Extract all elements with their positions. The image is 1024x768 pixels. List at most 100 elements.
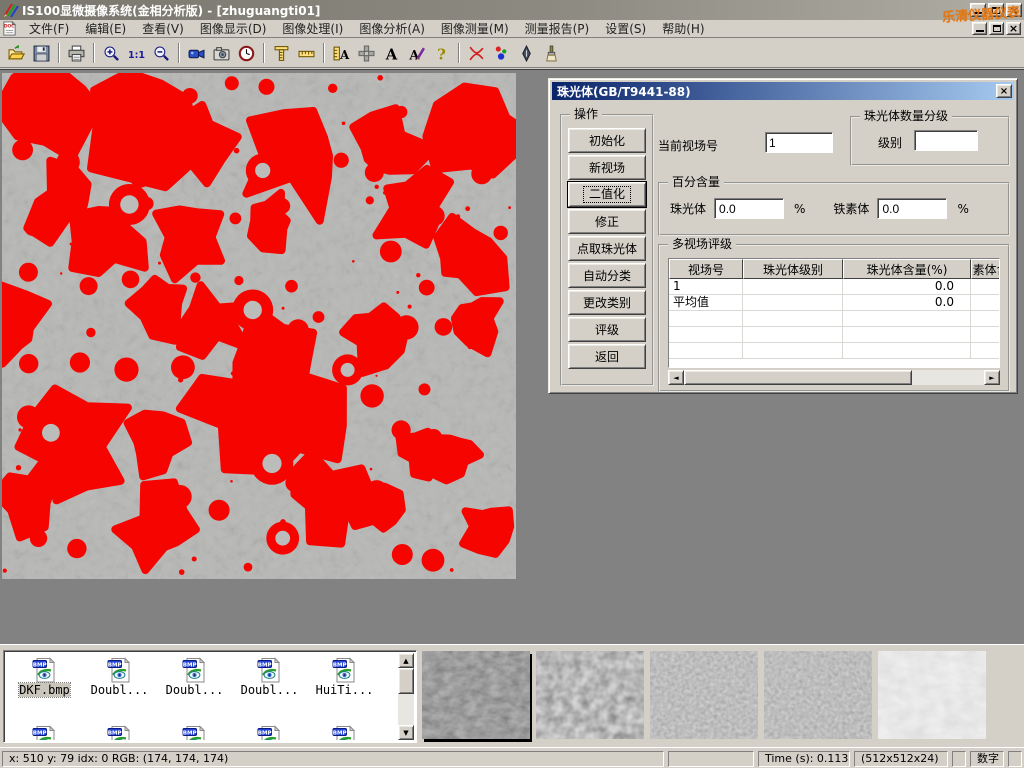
table-row	[669, 311, 999, 327]
return-button[interactable]: 返回	[568, 344, 646, 369]
classify-button[interactable]	[489, 41, 514, 66]
capture-button[interactable]	[209, 41, 234, 66]
toolbar-separator	[178, 43, 180, 63]
scrollbar-track[interactable]	[912, 370, 984, 385]
annotate-button[interactable]	[404, 41, 429, 66]
file-name[interactable]: HuiTi...	[316, 683, 374, 697]
curve-tool-button[interactable]	[464, 41, 489, 66]
metallographic-image[interactable]	[2, 73, 516, 579]
menu-file[interactable]: 文件(F)	[21, 19, 77, 38]
file-item[interactable]: Doubl...	[158, 657, 231, 697]
dialog-titlebar[interactable]: 珠光体(GB/T9441-88) ×	[552, 82, 1014, 100]
dialog-body: 操作 初始化 新视场 二值化 修正 点取珠光体 自动分类 更改类别 评级 返回 …	[552, 100, 1014, 390]
brush-button[interactable]	[539, 41, 564, 66]
col-header-ferrite-content[interactable]: 铁素体含量(%)	[971, 259, 1000, 279]
caliper-button[interactable]	[269, 41, 294, 66]
file-item[interactable]: HuiTi...	[308, 657, 381, 697]
init-button[interactable]: 初始化	[568, 128, 646, 153]
file-item-partial[interactable]	[83, 725, 156, 740]
print-button[interactable]	[64, 41, 89, 66]
pick-pearlite-button[interactable]: 点取珠光体	[568, 236, 646, 261]
timer-button[interactable]	[234, 41, 259, 66]
col-header-field[interactable]: 视场号	[669, 259, 743, 279]
thumbnail-3[interactable]	[650, 651, 758, 739]
child-minimize-button[interactable]	[972, 22, 987, 35]
table-row[interactable]: 平均值 0.0	[669, 295, 999, 311]
measure-text-button[interactable]	[329, 41, 354, 66]
pearlite-percent-input[interactable]	[714, 198, 784, 219]
table-cell: 1	[669, 279, 743, 295]
file-item[interactable]: DKF.bmp	[8, 657, 81, 697]
dialog-close-button[interactable]: ×	[996, 84, 1012, 98]
file-name[interactable]: Doubl...	[241, 683, 299, 697]
thumbnail-5[interactable]	[878, 651, 986, 739]
save-button[interactable]	[29, 41, 54, 66]
table-row[interactable]: 1 0.0	[669, 279, 999, 295]
child-close-button[interactable]: ×	[1006, 22, 1021, 35]
current-field-input[interactable]	[765, 132, 833, 153]
menu-measure-report[interactable]: 测量报告(P)	[517, 19, 598, 38]
zoom-out-button[interactable]	[149, 41, 174, 66]
actual-size-button[interactable]	[124, 41, 149, 66]
toolbar-separator	[263, 43, 265, 63]
scrollbar-thumb[interactable]	[684, 370, 912, 385]
file-name[interactable]: DKF.bmp	[19, 683, 70, 697]
open-button[interactable]	[4, 41, 29, 66]
file-name[interactable]: Doubl...	[166, 683, 224, 697]
menu-view[interactable]: 查看(V)	[134, 19, 192, 38]
thumbnail-2[interactable]	[536, 651, 644, 739]
table-row	[669, 343, 999, 359]
level-input[interactable]	[914, 130, 978, 151]
binarize-button[interactable]: 二值化	[568, 182, 646, 207]
file-list-scrollbar[interactable]: ▲ ▼	[398, 653, 414, 740]
menu-image-display[interactable]: 图像显示(D)	[192, 19, 275, 38]
video-camera-button[interactable]	[184, 41, 209, 66]
scroll-right-button[interactable]: ►	[984, 370, 1000, 385]
zoom-in-icon	[103, 45, 120, 62]
close-icon: ×	[1000, 86, 1008, 97]
grid-button[interactable]	[354, 41, 379, 66]
file-item-partial[interactable]	[308, 725, 381, 740]
file-item-partial[interactable]	[8, 725, 81, 740]
file-name[interactable]: Doubl...	[91, 683, 149, 697]
zoom-in-button[interactable]	[99, 41, 124, 66]
file-item-partial[interactable]	[158, 725, 231, 740]
col-header-pearlite-content[interactable]: 珠光体含量(%)	[843, 259, 971, 279]
menu-image-processing[interactable]: 图像处理(I)	[274, 19, 351, 38]
mode-panel: 数字	[970, 751, 1004, 767]
menu-image-measure[interactable]: 图像测量(M)	[433, 19, 517, 38]
pen-icon	[518, 45, 535, 62]
file-item-partial[interactable]	[233, 725, 306, 740]
thumbnail-1[interactable]	[422, 651, 530, 739]
grade-button[interactable]: 评级	[568, 317, 646, 342]
text-button[interactable]	[379, 41, 404, 66]
rating-table[interactable]: 视场号 珠光体级别 珠光体含量(%) 铁素体含量(%) 1 0.0 平均值	[668, 258, 1000, 368]
help-button[interactable]	[429, 41, 454, 66]
correct-button[interactable]: 修正	[568, 209, 646, 234]
scroll-left-button[interactable]: ◄	[668, 370, 684, 385]
file-item[interactable]: Doubl...	[83, 657, 156, 697]
change-class-button[interactable]: 更改类别	[568, 290, 646, 315]
bmp-file-icon	[332, 725, 358, 740]
menu-edit[interactable]: 编辑(E)	[77, 19, 134, 38]
file-list[interactable]: DKF.bmp Doubl... Doubl... Doubl... HuiTi…	[3, 650, 417, 743]
table-horizontal-scrollbar[interactable]: ◄ ►	[668, 370, 1000, 385]
child-restore-button[interactable]	[989, 22, 1004, 35]
ferrite-percent-input[interactable]	[877, 198, 947, 219]
menu-settings[interactable]: 设置(S)	[597, 19, 654, 38]
file-item[interactable]: Doubl...	[233, 657, 306, 697]
scroll-down-button[interactable]: ▼	[398, 725, 414, 740]
document-icon[interactable]	[2, 21, 17, 36]
scroll-up-button[interactable]: ▲	[398, 653, 414, 668]
menu-image-analysis[interactable]: 图像分析(A)	[351, 19, 433, 38]
scrollbar-thumb[interactable]	[398, 668, 414, 694]
save-icon	[33, 45, 50, 62]
ruler-button[interactable]	[294, 41, 319, 66]
new-field-button[interactable]: 新视场	[568, 155, 646, 180]
pearlite-label: 珠光体	[670, 200, 706, 217]
auto-classify-button[interactable]: 自动分类	[568, 263, 646, 288]
thumbnail-4[interactable]	[764, 651, 872, 739]
col-header-grade[interactable]: 珠光体级别	[743, 259, 843, 279]
menu-help[interactable]: 帮助(H)	[654, 19, 712, 38]
pen-button[interactable]	[514, 41, 539, 66]
